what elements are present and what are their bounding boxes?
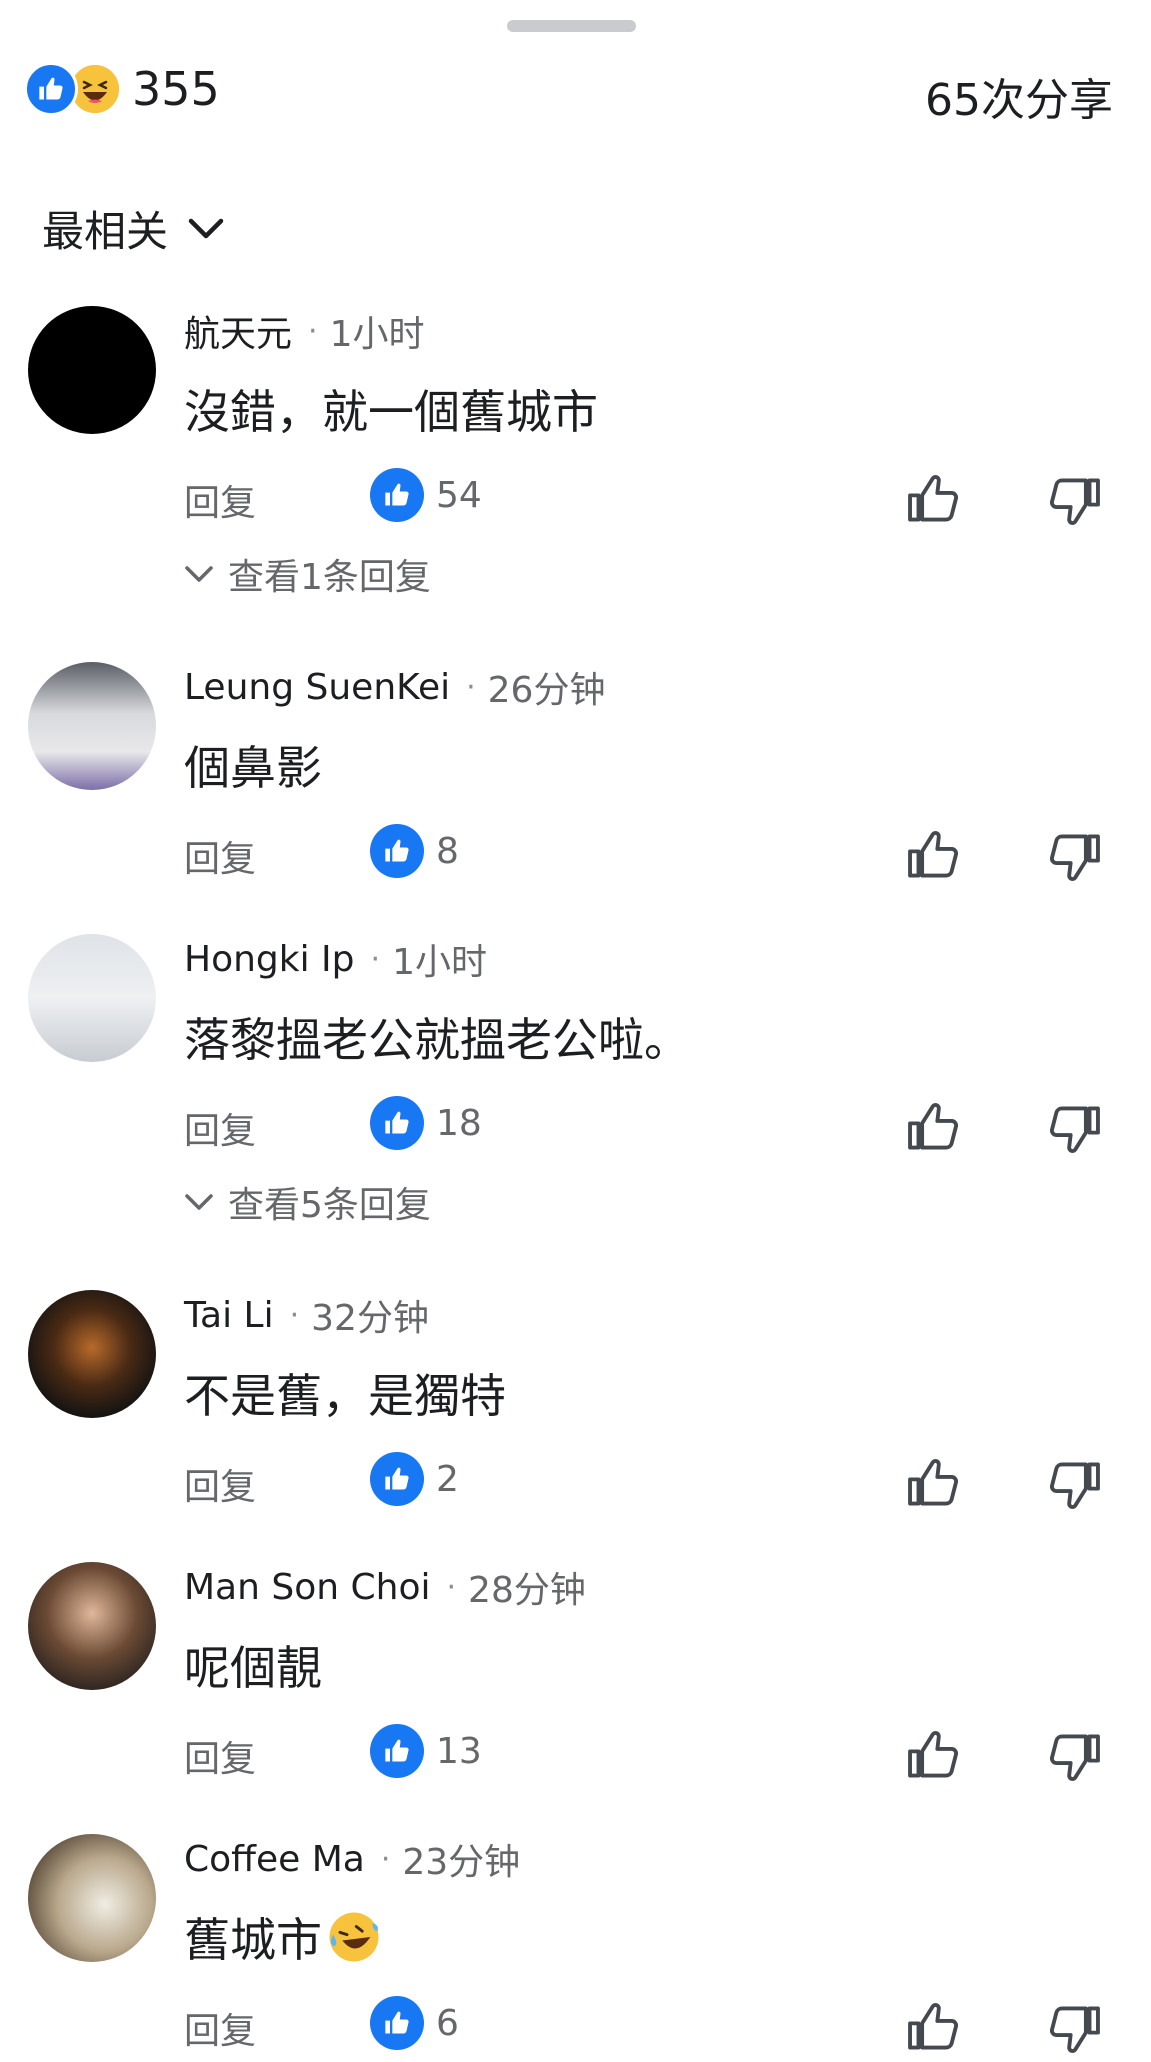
- like-summary[interactable]: 8: [370, 824, 459, 878]
- thumbs-up-icon[interactable]: [904, 1098, 962, 1156]
- chevron-down-icon: [185, 566, 213, 582]
- reactions-header: 355 65次分享: [24, 62, 1113, 126]
- like-count: 6: [436, 2002, 459, 2044]
- reply-button[interactable]: 回复: [184, 830, 256, 882]
- like-summary[interactable]: 18: [370, 1096, 482, 1150]
- reaction-count: 355: [132, 62, 220, 116]
- comment-author[interactable]: Coffee Ma: [184, 1839, 365, 1880]
- separator-dot: ·: [466, 669, 476, 705]
- view-replies-button[interactable]: 查看5条回复: [184, 1176, 1151, 1228]
- reply-button[interactable]: 回复: [184, 1730, 256, 1782]
- comment-time: 1小时: [392, 942, 487, 983]
- comment-text-content: 舊城市: [184, 1913, 322, 1967]
- thumbs-down-icon[interactable]: [1046, 472, 1104, 530]
- reply-button[interactable]: 回复: [184, 1102, 256, 1154]
- like-reaction-icon: [24, 62, 78, 116]
- view-replies-label: 查看1条回复: [228, 557, 431, 598]
- thumbs-down-icon[interactable]: [1046, 1728, 1104, 1786]
- like-count: 18: [436, 1102, 482, 1144]
- comment-time: 26分钟: [487, 670, 606, 711]
- share-count[interactable]: 65次分享: [925, 64, 1113, 128]
- separator-dot: ·: [289, 1297, 300, 1333]
- comment-text: 沒錯，就一個舊城市: [184, 385, 598, 439]
- like-count: 2: [436, 1458, 459, 1500]
- comment-time: 1小时: [329, 314, 425, 355]
- thumbs-down-icon[interactable]: [1046, 1456, 1104, 1514]
- comment-time: 32分钟: [311, 1298, 429, 1339]
- avatar[interactable]: [28, 1562, 156, 1690]
- thumbs-down-icon[interactable]: [1046, 828, 1104, 886]
- comment-author[interactable]: Man Son Choi: [184, 1567, 431, 1608]
- avatar[interactable]: [28, 1290, 156, 1418]
- comment-time: 28分钟: [468, 1570, 586, 1611]
- like-badge-icon: [370, 1452, 424, 1506]
- thumbs-up-icon[interactable]: [904, 1454, 962, 1512]
- separator-dot: ·: [380, 1841, 391, 1877]
- comment-author[interactable]: Leung SuenKei: [184, 667, 450, 708]
- sort-dropdown[interactable]: 最相关: [42, 198, 224, 259]
- thumbs-up-icon[interactable]: [904, 470, 962, 528]
- reply-button[interactable]: 回复: [184, 2002, 256, 2054]
- comment-author[interactable]: Hongki Ip: [184, 939, 355, 980]
- comment-text: 落黎搵老公就搵老公啦。: [184, 1013, 690, 1067]
- view-replies-label: 查看5条回复: [228, 1185, 431, 1226]
- like-count: 8: [436, 830, 459, 872]
- avatar[interactable]: [28, 1834, 156, 1962]
- thumbs-up-icon[interactable]: [904, 1998, 962, 2056]
- like-count: 13: [436, 1730, 482, 1772]
- reaction-summary[interactable]: 355: [24, 62, 220, 116]
- avatar[interactable]: [28, 662, 156, 790]
- like-summary[interactable]: 6: [370, 1996, 459, 2050]
- thumbs-down-icon[interactable]: [1046, 2000, 1104, 2058]
- separator-dot: ·: [446, 1569, 457, 1605]
- like-badge-icon: [370, 1724, 424, 1778]
- comment-author[interactable]: Tai Li: [184, 1295, 274, 1336]
- laughing-crying-emoji-icon: [329, 1912, 379, 1962]
- comment-author[interactable]: 航天元: [184, 305, 292, 357]
- comment-time: 23分钟: [402, 1842, 521, 1883]
- like-summary[interactable]: 13: [370, 1724, 482, 1778]
- avatar[interactable]: [28, 934, 156, 1062]
- comment-text: 不是舊，是獨特: [184, 1369, 506, 1423]
- thumbs-down-icon[interactable]: [1046, 1100, 1104, 1158]
- like-summary[interactable]: 2: [370, 1452, 459, 1506]
- thumbs-up-icon[interactable]: [904, 826, 962, 884]
- sort-label: 最相关: [42, 207, 169, 256]
- view-replies-button[interactable]: 查看1条回复: [184, 548, 1151, 600]
- like-badge-icon: [370, 468, 424, 522]
- comment-text: 舊城市: [184, 1904, 1151, 1970]
- like-badge-icon: [370, 1096, 424, 1150]
- separator-dot: ·: [308, 313, 318, 349]
- avatar[interactable]: [28, 306, 156, 434]
- like-summary[interactable]: 54: [370, 468, 482, 522]
- like-badge-icon: [370, 824, 424, 878]
- like-count: 54: [436, 474, 482, 516]
- thumbs-up-icon[interactable]: [904, 1726, 962, 1784]
- reply-button[interactable]: 回复: [184, 474, 256, 526]
- comment-text: 呢個靚: [184, 1641, 322, 1695]
- chevron-down-icon: [188, 218, 224, 238]
- like-badge-icon: [370, 1996, 424, 2050]
- drag-handle[interactable]: [507, 20, 636, 32]
- chevron-down-icon: [185, 1194, 213, 1210]
- separator-dot: ·: [370, 941, 381, 977]
- comment-text: 個鼻影: [184, 741, 322, 795]
- reply-button[interactable]: 回复: [184, 1458, 256, 1510]
